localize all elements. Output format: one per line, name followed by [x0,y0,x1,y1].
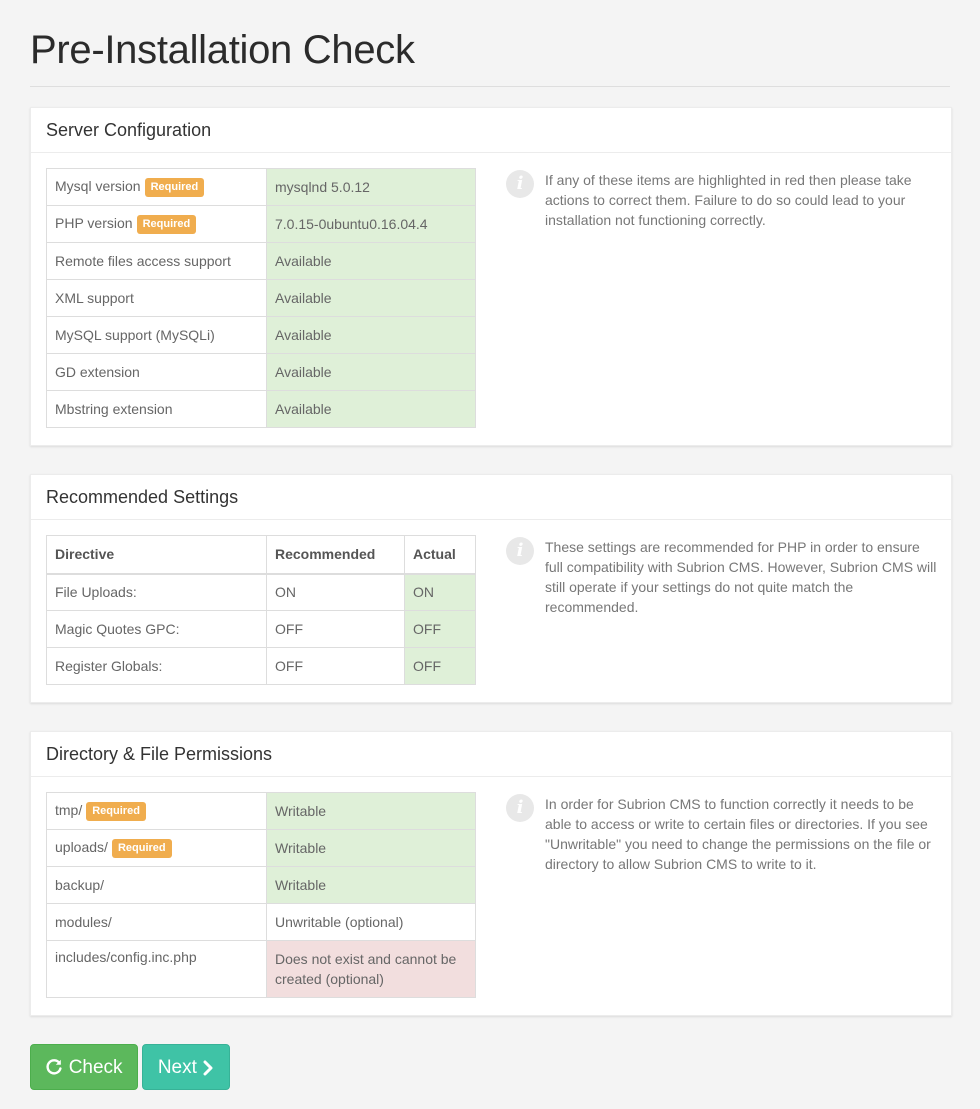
permissions-table: tmp/Required Writable uploads/Required Writ… [46,792,476,998]
info-icon: i [506,794,534,822]
item-name: XML support [55,290,134,306]
item-name: PHP version [55,214,133,231]
status-cell: Does not exist and cannot be created (op… [266,940,476,998]
column-header: Directive [46,535,267,575]
item-name-cell: uploads/Required [46,829,267,867]
item-name-cell: tmp/Required [46,792,267,830]
recommended-cell: OFF [266,647,405,685]
directive-cell: File Uploads: [46,573,267,611]
column-header: Actual [404,535,476,575]
table-row: MySQL support (MySQLi) Available [46,316,476,354]
directive-cell: Magic Quotes GPC: [46,610,267,648]
status-cell: Writable [266,792,476,830]
chevron-right-icon [203,1060,213,1076]
item-name-cell: XML support [46,279,267,317]
table-row: File Uploads: ON ON [46,573,476,611]
status-cell: 7.0.15-0ubuntu0.16.04.4 [266,205,476,243]
item-name-cell: backup/ [46,866,267,904]
table-row: Mbstring extension Available [46,390,476,428]
table-row: PHP version Required 7.0.15-0ubuntu0.16.04… [46,205,476,243]
actual-cell: OFF [404,647,476,685]
item-name-cell: PHP version Required [46,205,267,243]
recommended-settings-table: Directive Recommended Actual File Upload… [46,535,476,685]
required-badge: Required [111,838,172,858]
item-name-cell: Mbstring extension [46,390,267,428]
item-name-cell: GD extension [46,353,267,391]
permissions-panel: Directory & File Permissions tmp/Require… [30,731,952,1016]
item-name: MySQL support (MySQLi) [55,327,215,343]
info-text: These settings are recommended for PHP i… [545,539,937,615]
status-cell: Available [266,316,476,354]
item-name: tmp/ [55,801,83,818]
info-icon: i [506,537,534,565]
directive-cell: Register Globals: [46,647,267,685]
required-badge: Required [136,214,197,234]
item-name-cell: MySQL support (MySQLi) [46,316,267,354]
item-name: includes/config.inc.php [55,949,197,965]
table-row: XML support Available [46,279,476,317]
panel-heading: Recommended Settings [31,475,951,520]
page-title: Pre-Installation Check [30,28,415,72]
next-button[interactable]: Next [142,1044,230,1090]
required-badge: Required [86,801,146,821]
column-header: Recommended [266,535,405,575]
panel-heading: Server Configuration [31,108,951,153]
item-name-cell: Mysql version Required [46,168,267,206]
actual-cell: OFF [404,610,476,648]
table-row: Mysql version Required mysqlnd 5.0.12 [46,168,476,206]
item-name-cell: modules/ [46,903,267,941]
required-badge: Required [144,177,205,197]
recommended-settings-panel: Recommended Settings Directive Recommend… [30,474,952,703]
check-button-label: Check [68,1057,123,1078]
table-row: modules/Unwritable (optional) [46,903,476,941]
status-cell: Writable [266,866,476,904]
refresh-icon [46,1059,63,1075]
status-cell: Unwritable (optional) [266,903,476,941]
status-cell: Available [266,353,476,391]
item-name-cell: includes/config.inc.php [46,940,267,998]
table-row: tmp/Required Writable [46,792,476,830]
page: Pre-Installation Check Server Configurat… [0,0,980,1109]
table-row: uploads/Required Writable [46,829,476,867]
info-icon: i [506,170,534,198]
table-row: Remote files access support Available [46,242,476,280]
status-cell: mysqlnd 5.0.12 [266,168,476,206]
next-button-label: Next [157,1057,197,1078]
info-text: In order for Subrion CMS to function cor… [545,796,931,872]
item-name: modules/ [55,914,112,930]
item-name: backup/ [55,877,105,893]
table-row: GD extension Available [46,353,476,391]
server-configuration-table: Mysql version Required mysqlnd 5.0.12 PHP v… [46,168,476,428]
status-cell: Writable [266,829,476,867]
title-divider [30,86,950,87]
recommended-cell: OFF [266,610,405,648]
check-button[interactable]: Check [30,1044,138,1090]
item-name: Mysql version [55,177,141,194]
status-cell: Available [266,279,476,317]
item-name: uploads/ [55,838,108,855]
table-row: Register Globals: OFF OFF [46,647,476,685]
status-cell: Available [266,390,476,428]
table-row: Magic Quotes GPC: OFF OFF [46,610,476,648]
item-name: Mbstring extension [55,401,173,417]
server-configuration-panel: Server Configuration Mysql version Requir… [30,107,952,446]
item-name-cell: Remote files access support [46,242,267,280]
item-name: GD extension [55,364,140,380]
table-row: includes/config.inc.php Does not exist an… [46,940,476,998]
actual-cell: ON [404,573,476,611]
table-row: backup/Writable [46,866,476,904]
panel-heading: Directory & File Permissions [31,732,951,777]
recommended-cell: ON [266,573,405,611]
item-name: Remote files access support [55,253,231,269]
status-cell: Available [266,242,476,280]
info-text: If any of these items are highlighted in… [545,172,912,228]
